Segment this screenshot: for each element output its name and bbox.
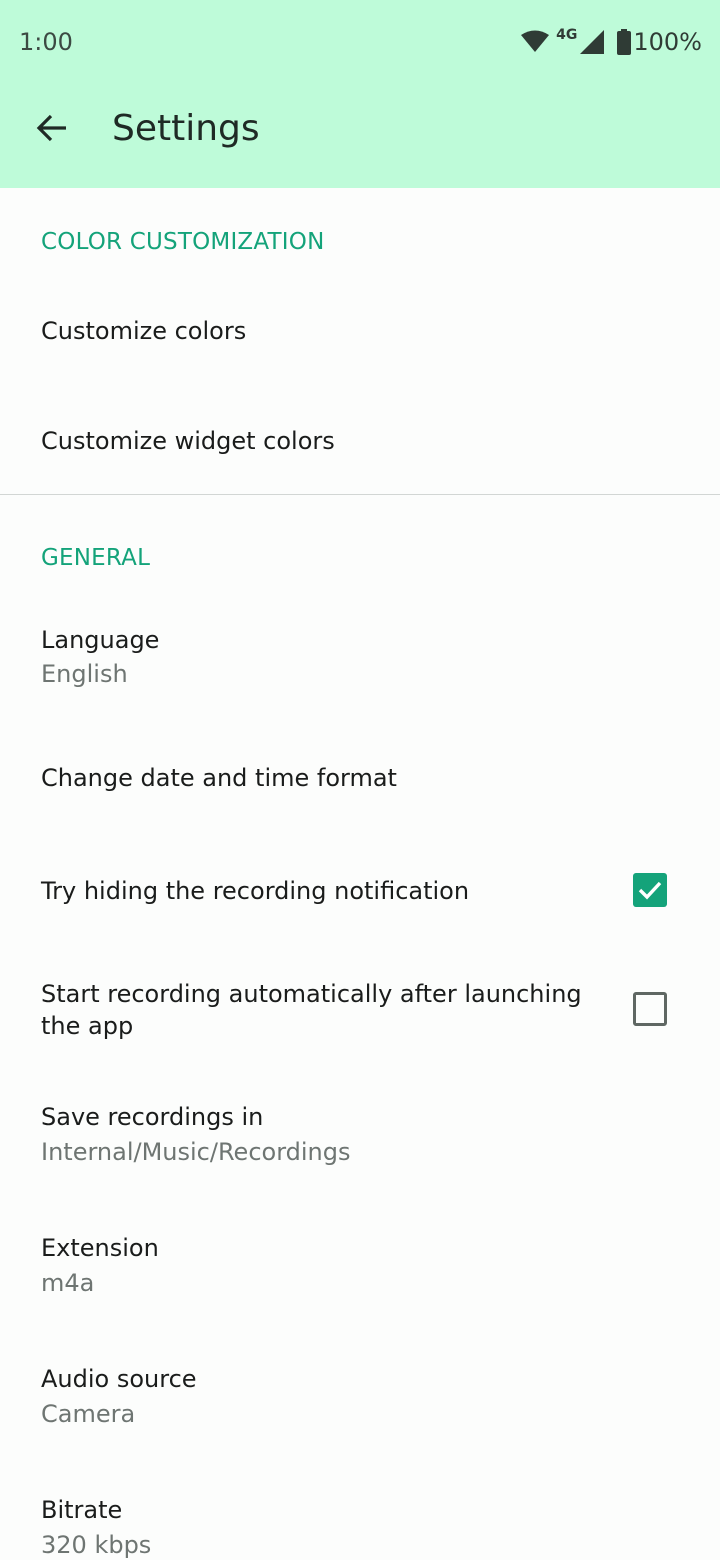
extension-title: Extension	[41, 1234, 159, 1262]
wifi-icon	[520, 30, 550, 54]
customize-colors-item[interactable]: Customize colors	[0, 282, 720, 382]
customize-widget-colors-label: Customize widget colors	[41, 427, 335, 455]
audio-source-title: Audio source	[41, 1365, 197, 1393]
auto-start-checkbox[interactable]	[633, 992, 667, 1026]
back-button[interactable]	[22, 100, 82, 160]
battery-percent: 100%	[633, 28, 702, 56]
audio-source-value: Camera	[41, 1400, 136, 1428]
save-path-title: Save recordings in	[41, 1103, 264, 1131]
status-time: 1:00	[19, 28, 73, 56]
date-format-item[interactable]: Change date and time format	[0, 720, 720, 830]
customize-widget-colors-item[interactable]: Customize widget colors	[0, 392, 720, 492]
language-item[interactable]: Language English	[0, 600, 720, 710]
arrow-back-icon	[36, 112, 68, 148]
bitrate-item[interactable]: Bitrate 320 kbps	[0, 1470, 720, 1560]
save-path-item[interactable]: Save recordings in Internal/Music/Record…	[0, 1080, 720, 1190]
battery-icon	[617, 29, 632, 55]
extension-item[interactable]: Extension m4a	[0, 1210, 720, 1320]
section-header-color: COLOR CUSTOMIZATION	[41, 229, 325, 255]
status-icons: 4G 100%	[520, 26, 702, 58]
hide-notification-item[interactable]: Try hiding the recording notification	[0, 840, 720, 940]
page-title: Settings	[112, 108, 260, 149]
section-divider	[0, 494, 720, 495]
auto-start-title: Start recording automatically after laun…	[41, 980, 582, 1040]
auto-start-item[interactable]: Start recording automatically after laun…	[0, 960, 720, 1070]
cell-signal-icon	[579, 29, 605, 55]
date-format-title: Change date and time format	[41, 764, 397, 792]
app-bar: 1:00 4G 100% Settings	[0, 0, 720, 188]
language-title: Language	[41, 626, 160, 654]
bitrate-title: Bitrate	[41, 1496, 123, 1524]
language-value: English	[41, 660, 128, 688]
customize-colors-label: Customize colors	[41, 317, 247, 345]
save-path-value: Internal/Music/Recordings	[41, 1138, 351, 1166]
network-type: 4G	[556, 27, 578, 43]
extension-value: m4a	[41, 1269, 95, 1297]
hide-notification-title: Try hiding the recording notification	[41, 877, 470, 905]
bitrate-value: 320 kbps	[41, 1531, 152, 1559]
hide-notification-checkbox[interactable]	[633, 873, 667, 907]
audio-source-item[interactable]: Audio source Camera	[0, 1340, 720, 1450]
section-header-general: GENERAL	[41, 545, 151, 571]
